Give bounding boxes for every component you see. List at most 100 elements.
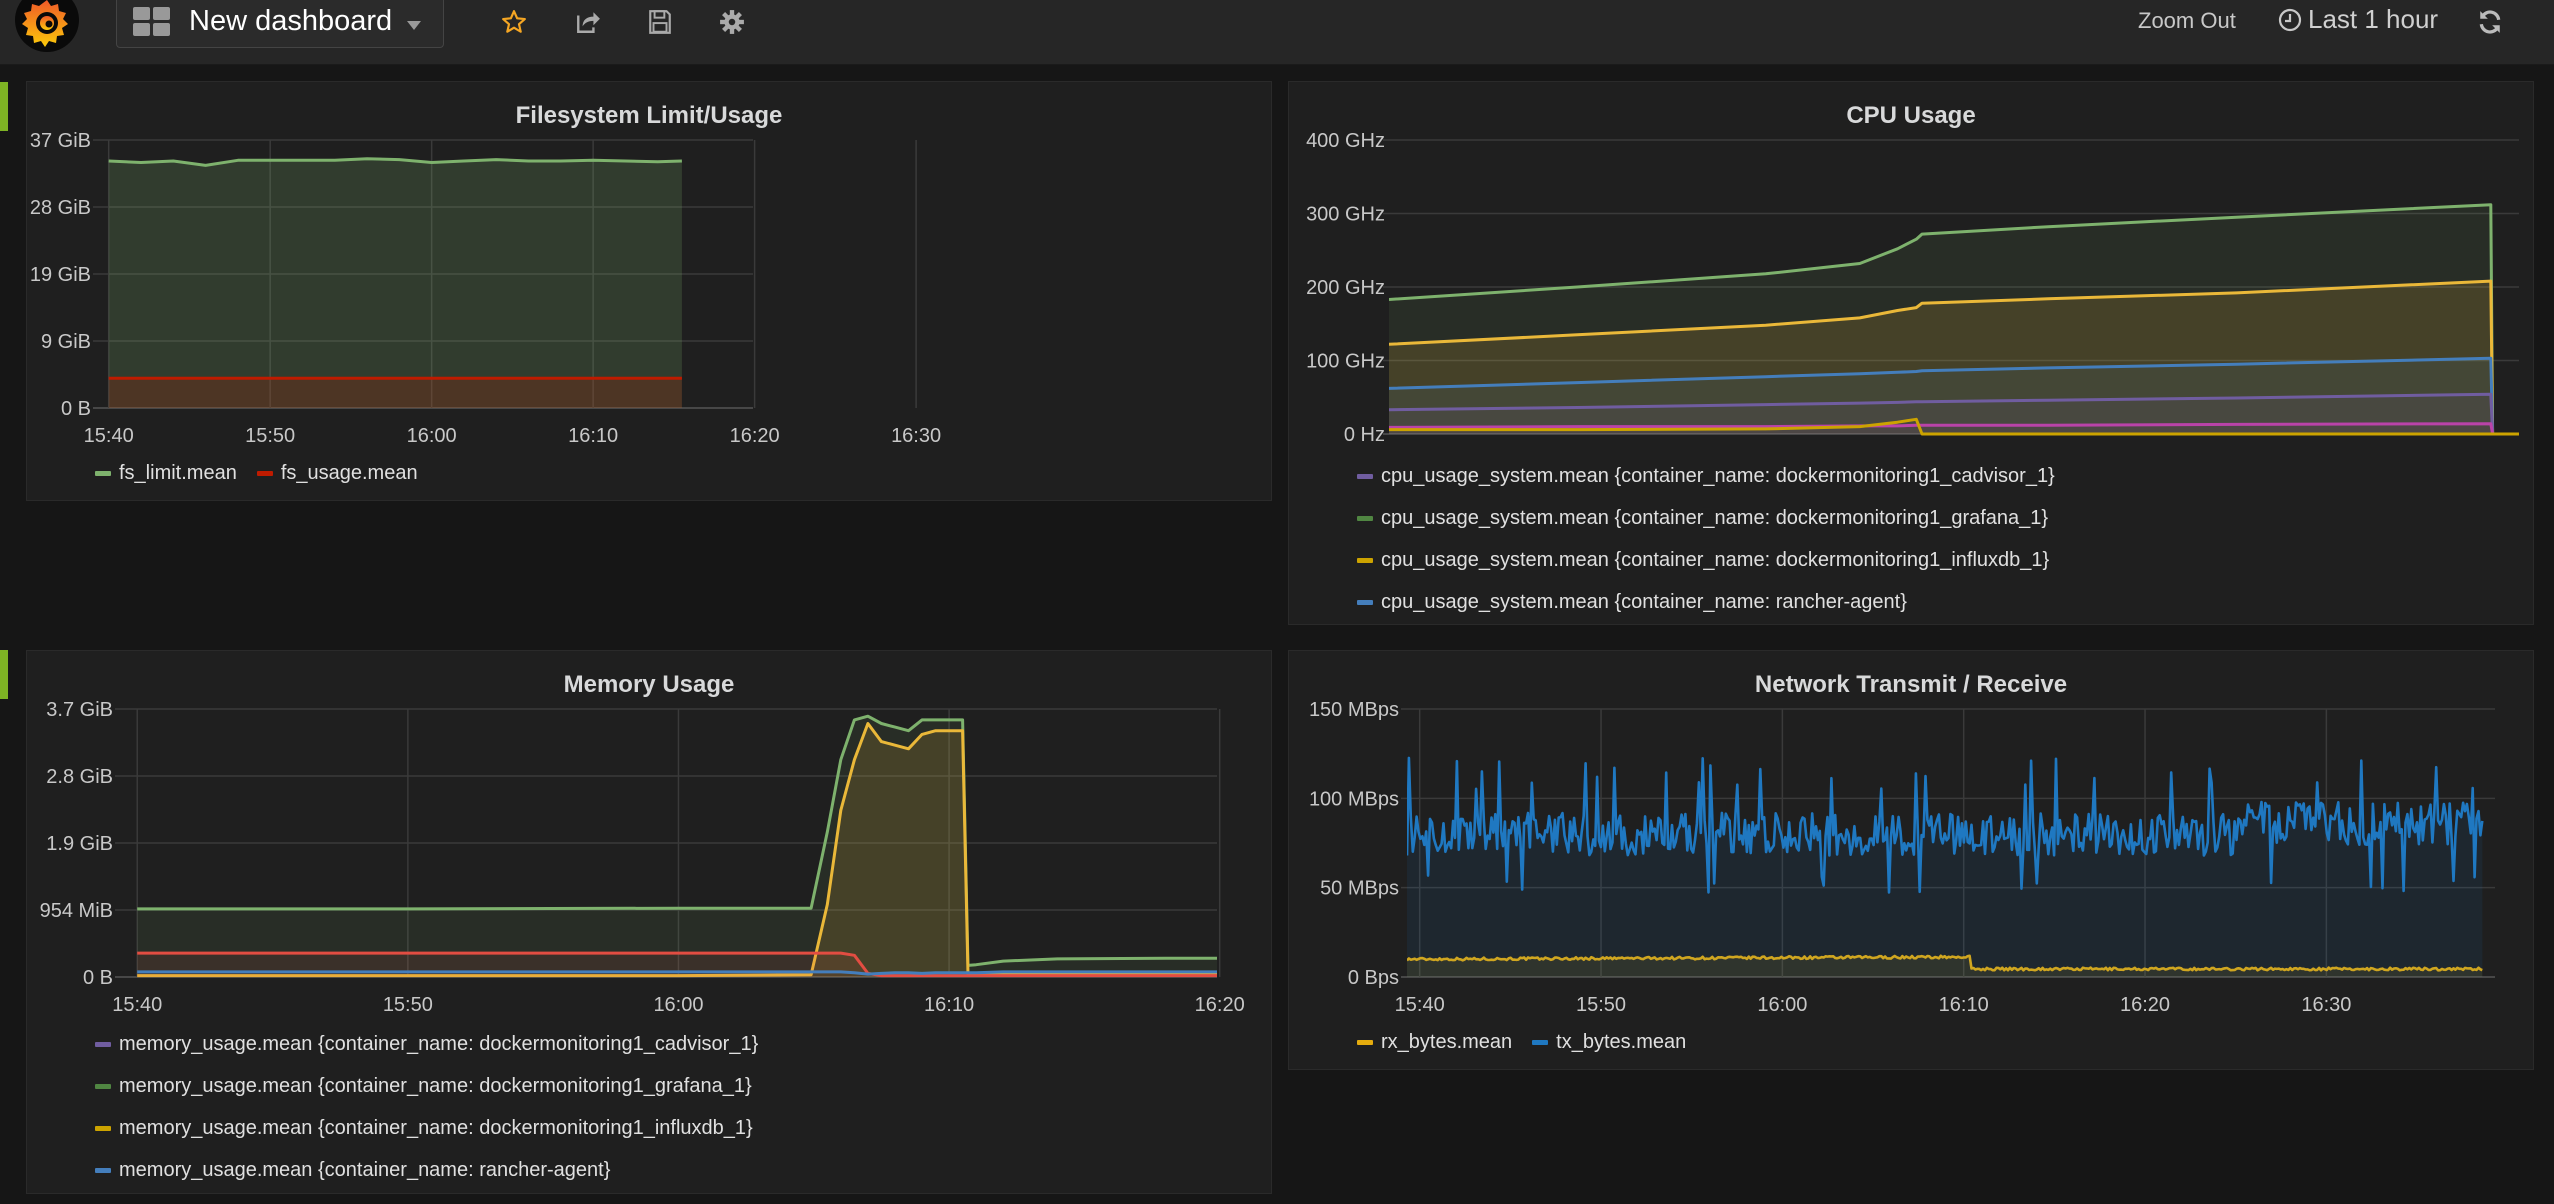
legend: fs_limit.mean fs_usage.mean: [95, 462, 418, 485]
legend-swatch: [256, 471, 273, 476]
series-group: [137, 714, 1217, 978]
y-tick-label: 100 MBps: [1309, 788, 1399, 810]
legend-item-influxdb[interactable]: memory_usage.mean {container_name: docke…: [95, 1107, 758, 1149]
y-tick-label: 954 MiB: [40, 900, 113, 922]
x-tick-label: 15:50: [245, 425, 295, 447]
x-tick-label: 15:40: [1395, 994, 1445, 1016]
y-tick-label: 2.8 GiB: [46, 766, 113, 788]
x-tick-label: 16:30: [891, 425, 941, 447]
dashboard-title: New dashboard: [189, 5, 393, 37]
legend-label: memory_usage.mean {container_name: docke…: [119, 1032, 759, 1055]
y-tick-label: 0 B: [61, 398, 91, 420]
legend: rx_bytes.mean tx_bytes.mean: [1357, 1031, 1686, 1054]
series-group: [1407, 756, 2484, 977]
legend-label: cpu_usage_system.mean {container_name: d…: [1381, 548, 2050, 571]
star-button[interactable]: [496, 4, 532, 40]
legend-label: cpu_usage_system.mean {container_name: r…: [1381, 590, 1907, 613]
legend-swatch: [1357, 557, 1373, 563]
legend-label: memory_usage.mean {container_name: ranch…: [119, 1158, 611, 1181]
x-tick-label: 16:10: [568, 425, 618, 447]
legend-item-rancher-agent[interactable]: memory_usage.mean {container_name: ranch…: [95, 1149, 758, 1191]
save-button[interactable]: [642, 4, 678, 40]
x-tick-label: 15:50: [1576, 994, 1626, 1016]
y-tick-label: 19 GiB: [30, 264, 91, 286]
legend-label: cpu_usage_system.mean {container_name: d…: [1381, 464, 2055, 487]
legend-item-grafana[interactable]: memory_usage.mean {container_name: docke…: [95, 1065, 758, 1107]
panel-network: Network Transmit / Receive 0 Bps 50 MBps 1…: [1288, 650, 2534, 1070]
x-tick-label: 16:10: [1939, 994, 1989, 1016]
share-icon: [577, 12, 600, 33]
network-chart[interactable]: 0 Bps 50 MBps 100 MBps 150 MBps 15:40 15:50 16…: [1289, 651, 2535, 1071]
refresh-icon: [2479, 10, 2501, 34]
row-collapse-handle[interactable]: [0, 650, 8, 699]
caret-down-icon: [407, 21, 421, 30]
settings-button[interactable]: [714, 4, 750, 40]
panel-memory-usage: Memory Usage 0 B 954 MiB 1.9 GiB 2.8 GiB 3.7…: [26, 650, 1272, 1194]
legend-swatch: [1357, 599, 1373, 605]
x-tick-label: 16:00: [653, 994, 703, 1016]
legend-item-cadvisor[interactable]: memory_usage.mean {container_name: docke…: [95, 1023, 758, 1065]
y-tick-label: 0 Hz: [1344, 424, 1385, 446]
series-area: [108, 158, 682, 408]
legend-label: fs_usage.mean: [280, 462, 418, 484]
y-tick-label: 150 MBps: [1309, 699, 1399, 721]
y-tick-label: 37 GiB: [30, 130, 91, 152]
filesystem-chart[interactable]: 0 B 9 GiB 19 GiB 28 GiB 37 GiB 15:40 15:50 16:0…: [27, 82, 1273, 502]
x-tick-label: 16:20: [730, 425, 780, 447]
legend-swatch: [95, 1167, 111, 1173]
time-range-label: Last 1 hour: [2308, 4, 2439, 34]
y-tick-label: 300 GHz: [1306, 204, 1385, 226]
y-tick-label: 0 B: [83, 967, 113, 989]
legend-swatch: [1357, 1040, 1373, 1045]
legend-item-fs-usage[interactable]: fs_usage.mean: [256, 462, 418, 485]
series-area: [1407, 757, 2483, 977]
zoom-out-button[interactable]: Zoom Out: [2138, 8, 2236, 34]
legend-item-rx-bytes[interactable]: rx_bytes.mean: [1357, 1031, 1512, 1054]
y-tick-label: 100 GHz: [1306, 351, 1385, 373]
legend-label: rx_bytes.mean: [1381, 1031, 1513, 1053]
series-area: [137, 716, 1217, 977]
x-tick-label: 15:40: [112, 994, 162, 1016]
x-tick-label: 16:20: [2120, 994, 2170, 1016]
legend-item-influxdb[interactable]: cpu_usage_system.mean {container_name: d…: [1357, 539, 2055, 581]
x-tick-label: 16:00: [1757, 994, 1807, 1016]
legend-swatch: [95, 1083, 111, 1089]
y-tick-label: 1.9 GiB: [46, 833, 113, 855]
share-button[interactable]: [570, 4, 606, 40]
x-tick-label: 15:50: [383, 994, 433, 1016]
gear-icon: [720, 10, 744, 34]
legend: cpu_usage_system.mean {container_name: d…: [1357, 455, 2055, 623]
legend-swatch: [1357, 473, 1373, 479]
grafana-logo[interactable]: [12, 0, 82, 56]
legend-label: cpu_usage_system.mean {container_name: d…: [1381, 506, 2049, 529]
y-tick-label: 50 MBps: [1320, 878, 1399, 900]
y-tick-label: 3.7 GiB: [46, 699, 113, 721]
panel-filesystem: Filesystem Limit/Usage 0 B9 GiB 19 GiB 28 …: [26, 81, 1272, 501]
legend-swatch: [95, 1125, 111, 1131]
clock-icon: [2278, 8, 2302, 31]
y-tick-label: 28 GiB: [30, 197, 91, 219]
legend-item-fs-limit[interactable]: fs_limit.mean: [95, 462, 237, 485]
y-tick-label: 0 Bps: [1348, 967, 1399, 989]
star-icon: [502, 10, 526, 33]
x-tick-label: 16:30: [2301, 994, 2351, 1016]
legend-item-tx-bytes[interactable]: tx_bytes.mean: [1532, 1031, 1686, 1054]
time-range-picker[interactable]: Last 1 hour: [2278, 4, 2438, 35]
legend-swatch: [1357, 515, 1373, 521]
row-collapse-handle[interactable]: [0, 82, 8, 131]
top-navbar: New dashboard Zoom Out Last 1 hour: [0, 0, 2554, 65]
legend-item-grafana[interactable]: cpu_usage_system.mean {container_name: d…: [1357, 497, 2055, 539]
legend-label: memory_usage.mean {container_name: docke…: [119, 1074, 752, 1097]
legend-item-rancher-agent[interactable]: cpu_usage_system.mean {container_name: r…: [1357, 581, 2055, 623]
series-area: [108, 378, 682, 408]
panel-cpu-usage: CPU Usage 0 Hz 100 GHz 200 GHz 300 GHz 400 G…: [1288, 81, 2534, 625]
dashboard-picker-button[interactable]: New dashboard: [116, 0, 444, 48]
legend-item-cadvisor[interactable]: cpu_usage_system.mean {container_name: d…: [1357, 455, 2055, 497]
y-tick-label: 400 GHz: [1306, 130, 1385, 152]
legend-swatch: [95, 1041, 111, 1047]
refresh-button[interactable]: [2472, 4, 2508, 40]
x-tick-label: 16:00: [407, 425, 457, 447]
legend-label: memory_usage.mean {container_name: docke…: [119, 1116, 753, 1139]
legend: memory_usage.mean {container_name: docke…: [95, 1023, 758, 1191]
legend-label: fs_limit.mean: [119, 462, 237, 484]
